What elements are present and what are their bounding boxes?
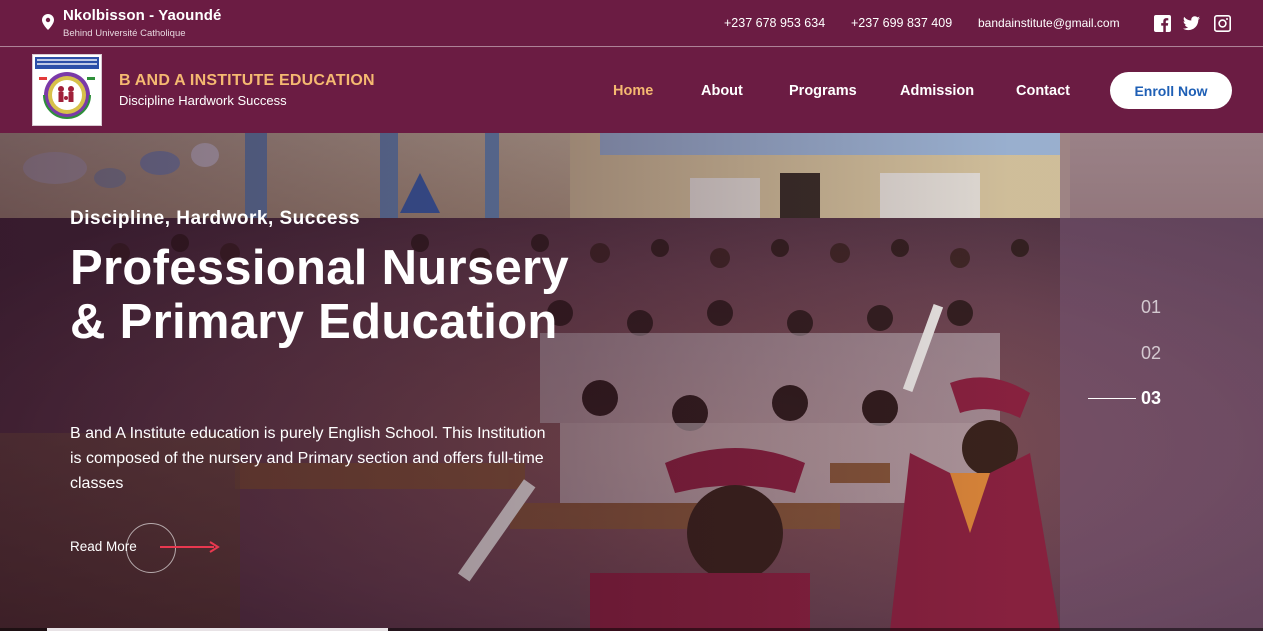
twitter-icon[interactable] [1183, 15, 1200, 32]
hero-eyebrow: Discipline, Hardwork, Success [70, 208, 361, 229]
top-info-bar: Nkolbisson - Yaoundé Behind Université C… [0, 0, 1263, 47]
school-logo[interactable] [32, 54, 102, 126]
nav-link-admission[interactable]: Admission [900, 83, 974, 99]
slide-indicator-2[interactable]: 02 [1141, 343, 1161, 364]
brand-tagline: Discipline Hardwork Success [119, 93, 287, 108]
location-title: Nkolbisson - Yaoundé [63, 7, 222, 24]
facebook-icon[interactable] [1154, 15, 1171, 32]
phone-link-1[interactable]: +237 678 953 634 [724, 16, 825, 30]
read-more-link[interactable]: Read More [70, 539, 137, 554]
active-slide-line [1088, 398, 1136, 399]
location-pin-icon [42, 14, 54, 30]
hero-title: Professional Nursery & Primary Education [70, 241, 569, 349]
hero-slider: Discipline, Hardwork, Success Profession… [0, 133, 1263, 631]
phone-link-2[interactable]: +237 699 837 409 [851, 16, 952, 30]
main-navbar: B AND A INSTITUTE EDUCATION Discipline H… [0, 48, 1263, 133]
slide-indicator-3[interactable]: 03 [1141, 388, 1161, 409]
location-subtitle: Behind Université Catholique [63, 28, 186, 39]
nav-link-contact[interactable]: Contact [1016, 83, 1070, 99]
slide-indicator-1[interactable]: 01 [1141, 297, 1161, 318]
school-crest-icon [35, 57, 99, 119]
hero-description: B and A Institute education is purely En… [70, 425, 546, 492]
enroll-now-button[interactable]: Enroll Now [1110, 72, 1232, 109]
arrow-right-icon[interactable] [160, 540, 220, 554]
instagram-icon[interactable] [1214, 15, 1231, 32]
brand-name[interactable]: B AND A INSTITUTE EDUCATION [119, 72, 375, 90]
nav-link-about[interactable]: About [701, 83, 743, 99]
nav-link-programs[interactable]: Programs [789, 83, 857, 99]
nav-link-home[interactable]: Home [613, 83, 653, 99]
email-link[interactable]: bandainstitute@gmail.com [978, 16, 1120, 30]
